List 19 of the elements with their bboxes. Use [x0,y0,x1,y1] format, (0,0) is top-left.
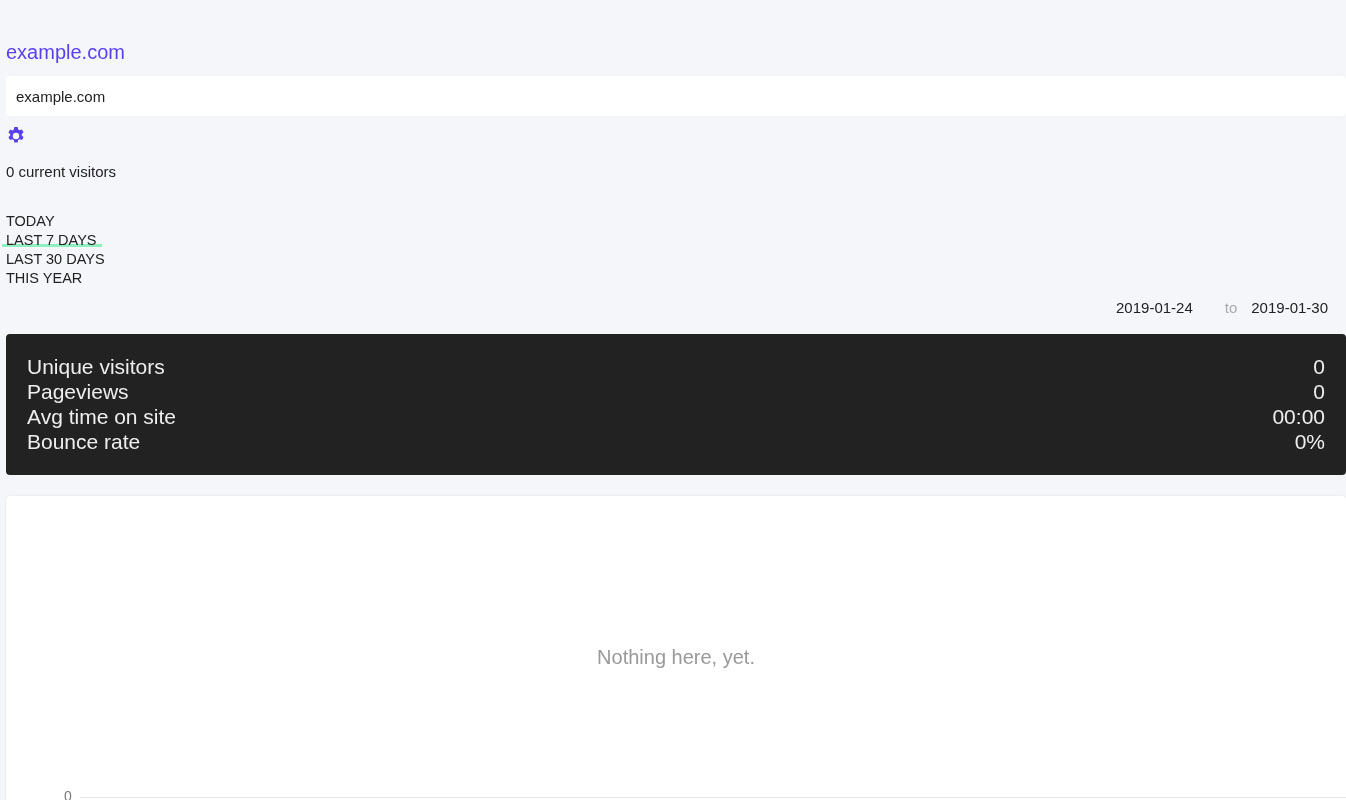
start-date[interactable]: 2019-01-24 [1116,298,1193,316]
stat-value: 00:00 [1272,404,1325,429]
settings-icon[interactable] [6,126,26,146]
stat-value: 0% [1294,429,1325,454]
end-date[interactable]: 2019-01-30 [1251,298,1328,316]
site-title[interactable]: example.com [6,40,1346,64]
stat-label: Bounce rate [27,429,141,454]
stat-label: Pageviews [27,379,129,404]
period-option[interactable]: LAST 30 DAYS [6,250,105,269]
stat-value: 0 [1313,354,1325,379]
empty-message: Nothing here, yet. [596,646,756,669]
date-separator: to [1224,298,1238,316]
period-option[interactable]: TODAY [6,212,55,231]
stat-label: Unique visitors [27,354,165,379]
current-visitors-text: 0 current visitors [6,162,118,182]
period-option[interactable]: THIS YEAR [6,269,83,288]
site-field[interactable]: example.com [6,76,1346,116]
stat-label: Avg time on site [27,404,177,429]
stat-value: 0 [1313,379,1325,404]
